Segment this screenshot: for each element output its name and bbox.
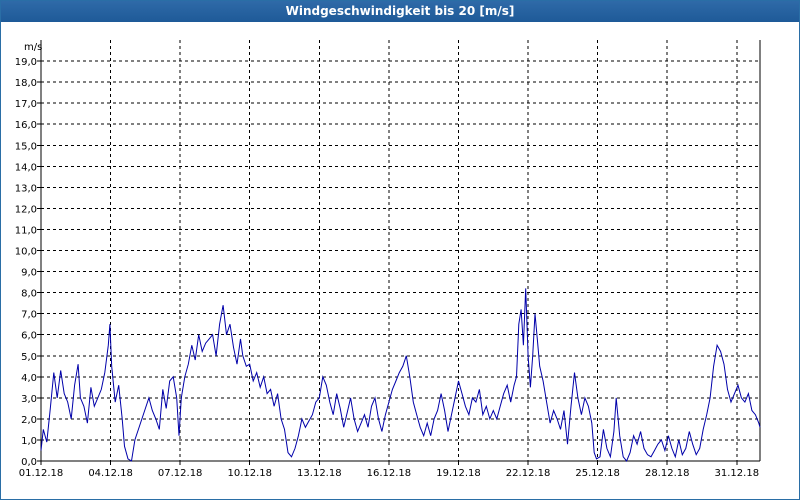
y-tick-label: 17,0	[15, 99, 37, 110]
x-tick-label: 28.12.18	[645, 468, 690, 479]
x-tick-label: 22.12.18	[506, 468, 551, 479]
y-tick-label: 15,0	[15, 141, 37, 152]
axes	[37, 40, 761, 465]
series-layer	[40, 288, 761, 462]
y-tick-label: 2,0	[21, 415, 37, 426]
y-tick-label: 11,0	[15, 225, 37, 236]
x-tick-label: 07.12.18	[158, 468, 203, 479]
y-tick-label: 1,0	[21, 436, 37, 447]
y-tick-label: 19,0	[15, 57, 37, 68]
y-tick-label: 0,0	[21, 457, 37, 468]
x-tick-labels: 01.12.18 04.12.18 07.12.18 10.12.18 13.12.18…	[19, 468, 759, 479]
x-tick-label: 19.12.18	[436, 468, 481, 479]
x-tick-label: 04.12.18	[88, 468, 133, 479]
y-tick-label: 4,0	[21, 373, 37, 384]
y-tick-label: 14,0	[15, 162, 37, 173]
y-axis-unit-label: m/s	[24, 42, 42, 53]
y-tick-label: 8,0	[21, 289, 37, 300]
y-tick-label: 9,0	[21, 268, 37, 279]
x-tick-label: 13.12.18	[297, 468, 342, 479]
wind-speed-series-line	[40, 288, 761, 462]
y-tick-label: 12,0	[15, 204, 37, 215]
y-tick-label: 13,0	[15, 183, 37, 194]
y-tick-label: 16,0	[15, 120, 37, 131]
x-tick-label: 01.12.18	[19, 468, 64, 479]
x-tick-label: 25.12.18	[575, 468, 620, 479]
x-tick-label: 31.12.18	[715, 468, 760, 479]
y-tick-label: 10,0	[15, 247, 37, 258]
y-tick-labels: 0,0 1,0 2,0 3,0 4,0 5,0 6,0 7,0 8,0 9,0 10,0 11,0 12…	[15, 57, 37, 468]
x-tick-label: 16.12.18	[367, 468, 412, 479]
y-tick-label: 5,0	[21, 352, 37, 363]
y-tick-label: 7,0	[21, 310, 37, 321]
y-tick-label: 3,0	[21, 394, 37, 405]
y-tick-label: 18,0	[15, 78, 37, 89]
wind-speed-chart: 0,0 1,0 2,0 3,0 4,0 5,0 6,0 7,0 8,0 9,0 10,0 11,0 12…	[15, 40, 761, 479]
y-tick-label: 6,0	[21, 331, 37, 342]
x-tick-label: 10.12.18	[227, 468, 272, 479]
